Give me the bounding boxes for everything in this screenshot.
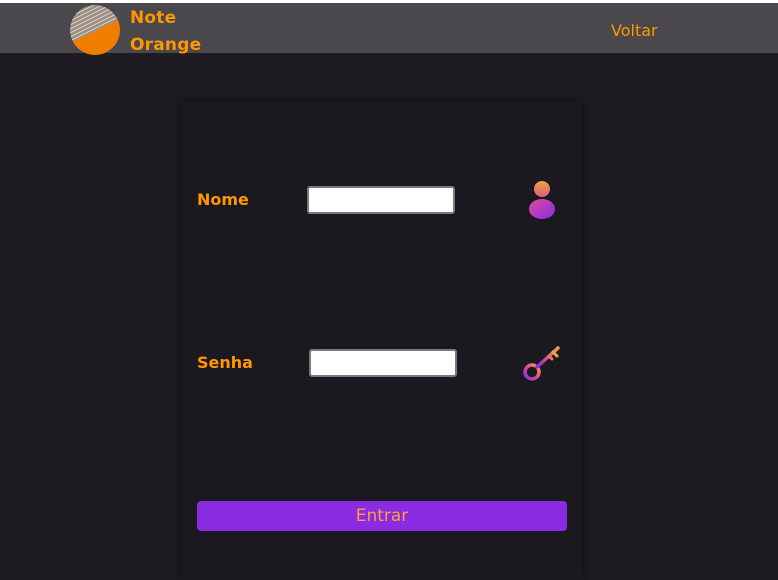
top-nav-bar: Note Orange Voltar [0,3,778,55]
brand-line-1: Note [130,8,177,28]
back-link[interactable]: Voltar [611,21,658,40]
password-input[interactable] [309,349,457,377]
submit-button[interactable]: Entrar [197,501,567,531]
user-icon [527,180,557,224]
brand-line-2: Orange [130,35,202,55]
password-label: Senha [197,353,253,372]
logo-icon [70,5,120,55]
brand-name: Note Orange [130,5,201,59]
login-panel: Nome Senha Entrar [182,102,582,580]
name-input[interactable] [307,186,455,214]
key-icon [522,345,562,387]
name-label: Nome [197,190,249,209]
